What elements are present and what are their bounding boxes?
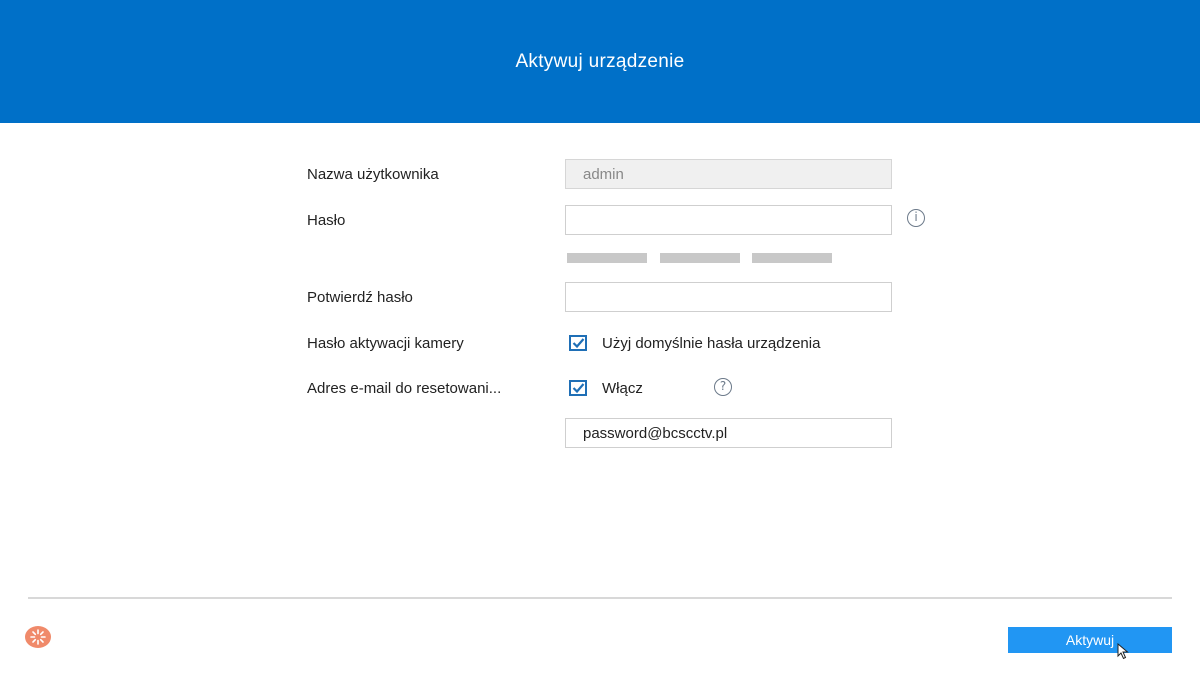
dialog-header: Aktywuj urządzenie (0, 0, 1200, 123)
footer-divider (28, 597, 1172, 599)
use-default-password-label[interactable]: Użyj domyślnie hasła urządzenia (602, 335, 820, 352)
dialog-title: Aktywuj urządzenie (515, 50, 685, 72)
info-icon[interactable]: i (907, 209, 925, 227)
enable-reset-email-checkbox[interactable] (569, 380, 587, 396)
reset-email-label: Adres e-mail do resetowani... (307, 380, 502, 397)
strength-bar-strong (752, 253, 832, 263)
strength-bar-medium (660, 253, 740, 263)
mouse-cursor-icon (1117, 643, 1129, 660)
username-input (565, 159, 892, 189)
username-label: Nazwa użytkownika (307, 166, 439, 183)
camera-activation-label: Hasło aktywacji kamery (307, 335, 464, 352)
confirm-password-input[interactable] (565, 282, 892, 312)
password-label: Hasło (307, 212, 346, 229)
strength-bar-weak (567, 253, 647, 263)
enable-reset-email-label[interactable]: Włącz (602, 380, 643, 397)
reset-email-input[interactable] (565, 418, 892, 448)
help-icon[interactable]: ? (714, 378, 732, 396)
logo-icon (25, 626, 51, 648)
checkmark-icon (572, 338, 585, 349)
password-input[interactable] (565, 205, 892, 235)
confirm-password-label: Potwierdź hasło (307, 289, 413, 306)
activate-button[interactable]: Aktywuj (1008, 627, 1172, 653)
checkmark-icon (572, 383, 585, 394)
use-default-password-checkbox[interactable] (569, 335, 587, 351)
